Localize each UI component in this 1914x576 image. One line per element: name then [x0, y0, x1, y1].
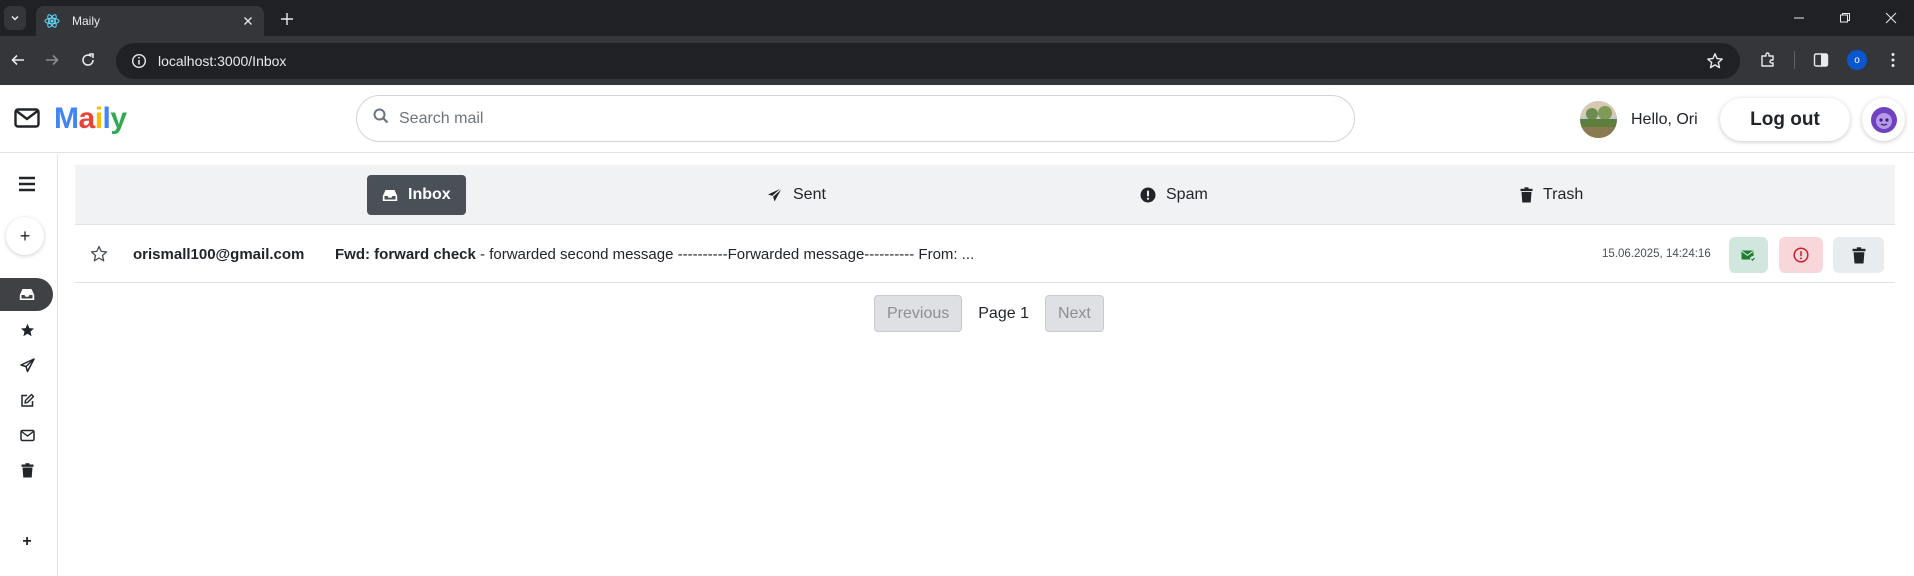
site-info-icon[interactable] — [122, 43, 156, 79]
envelope-icon — [19, 429, 35, 441]
profile-icon[interactable] — [1862, 98, 1905, 141]
tab-spam[interactable]: Spam — [1125, 175, 1223, 215]
logo-letter: y — [110, 102, 127, 135]
paper-plane-icon — [19, 357, 35, 372]
menu-icon[interactable] — [0, 168, 54, 200]
exclamation-circle-icon — [1140, 187, 1156, 203]
tab-sent[interactable]: Sent — [752, 175, 841, 215]
minimize-icon[interactable] — [1776, 0, 1822, 36]
sidebar-item-starred[interactable] — [0, 314, 54, 346]
close-tab-icon[interactable] — [240, 13, 256, 29]
new-tab-icon[interactable] — [276, 8, 298, 30]
add-label-button[interactable]: + — [0, 526, 54, 558]
pagination: Previous Page 1 Next — [874, 295, 1104, 332]
tab-inbox[interactable]: Inbox — [367, 175, 466, 215]
tab-label: Sent — [793, 186, 826, 203]
bookmark-star-icon[interactable] — [1706, 52, 1724, 75]
sidebar: + + — [0, 154, 58, 576]
browser-toolbar: localhost:3000/Inbox o — [0, 36, 1914, 85]
sidebar-item-sent[interactable] — [0, 349, 54, 381]
page-indicator: Page 1 — [978, 304, 1029, 322]
mail-preview: Fwd: forward check - forwarded second me… — [335, 246, 974, 263]
mail-sender: orismall100@gmail.com — [133, 246, 305, 263]
exclamation-circle-icon — [1793, 247, 1809, 263]
close-window-icon[interactable] — [1868, 0, 1914, 36]
browser-menu-icon[interactable] — [1881, 48, 1905, 72]
folder-tabs: Inbox Sent Spam Trash — [75, 165, 1895, 225]
user-avatar[interactable] — [1580, 101, 1617, 138]
back-arrow-icon[interactable] — [6, 48, 30, 72]
tab-title: Maily — [72, 14, 101, 28]
paper-plane-icon — [767, 187, 783, 203]
url-text: localhost:3000/Inbox — [158, 53, 287, 69]
app-header: Maily Hello, Ori Log out — [0, 85, 1914, 153]
tab-trash[interactable]: Trash — [1505, 175, 1598, 215]
sidebar-item-drafts[interactable] — [0, 384, 54, 416]
previous-button[interactable]: Previous — [874, 295, 963, 332]
toolbar-divider — [1794, 51, 1795, 69]
browser-tab[interactable]: Maily — [36, 6, 264, 36]
edit-icon — [20, 393, 34, 407]
logo-letter: i — [94, 102, 103, 135]
react-icon — [44, 13, 60, 29]
chevron-down-icon — [11, 15, 19, 21]
next-button[interactable]: Next — [1044, 295, 1104, 332]
logout-button[interactable]: Log out — [1720, 98, 1850, 141]
star-icon — [20, 323, 34, 336]
search-input[interactable] — [399, 109, 1299, 128]
reload-icon[interactable] — [76, 48, 100, 72]
greeting-text: Hello, Ori — [1631, 111, 1698, 128]
inbox-icon — [382, 189, 398, 202]
search-icon — [373, 108, 389, 129]
side-panel-icon[interactable] — [1809, 48, 1833, 72]
sidebar-item-trash[interactable] — [0, 454, 54, 486]
mark-read-button[interactable] — [1729, 237, 1768, 273]
forward-arrow-icon[interactable] — [40, 48, 64, 72]
plus-icon: + — [19, 225, 31, 246]
tab-label: Inbox — [408, 186, 451, 203]
sidebar-item-all-mail[interactable] — [0, 419, 54, 451]
inbox-icon — [19, 289, 34, 300]
envelope-check-icon — [1741, 250, 1756, 262]
trash-icon — [1852, 246, 1865, 263]
address-bar[interactable]: localhost:3000/Inbox — [116, 43, 1740, 79]
maily-logo[interactable]: Maily — [54, 102, 127, 136]
tab-label: Trash — [1543, 186, 1584, 203]
logo-letter: M — [54, 102, 79, 135]
report-spam-button[interactable] — [1779, 237, 1823, 273]
sidebar-item-inbox[interactable] — [0, 278, 53, 311]
mail-row[interactable]: orismall100@gmail.com Fwd: forward check… — [75, 226, 1895, 283]
trash-icon — [21, 462, 33, 477]
mail-timestamp: 15.06.2025, 14:24:16 — [1602, 248, 1711, 260]
logo-letter: a — [78, 102, 96, 135]
extensions-icon[interactable] — [1756, 48, 1780, 72]
profile-avatar[interactable]: o — [1847, 50, 1867, 70]
search-bar[interactable] — [356, 95, 1355, 142]
envelope-icon[interactable] — [14, 108, 40, 133]
compose-button[interactable]: + — [6, 217, 44, 255]
star-toggle-icon[interactable] — [90, 245, 108, 268]
restore-icon[interactable] — [1822, 0, 1868, 36]
mail-snippet: - forwarded second message ----------For… — [475, 246, 975, 263]
mail-subject: Fwd: forward check — [335, 246, 476, 263]
trash-icon — [1520, 187, 1533, 203]
delete-button[interactable] — [1833, 237, 1884, 273]
tab-label: Spam — [1166, 186, 1208, 203]
browser-tab-strip: Maily — [0, 0, 1914, 36]
tab-search-button[interactable] — [4, 6, 26, 30]
